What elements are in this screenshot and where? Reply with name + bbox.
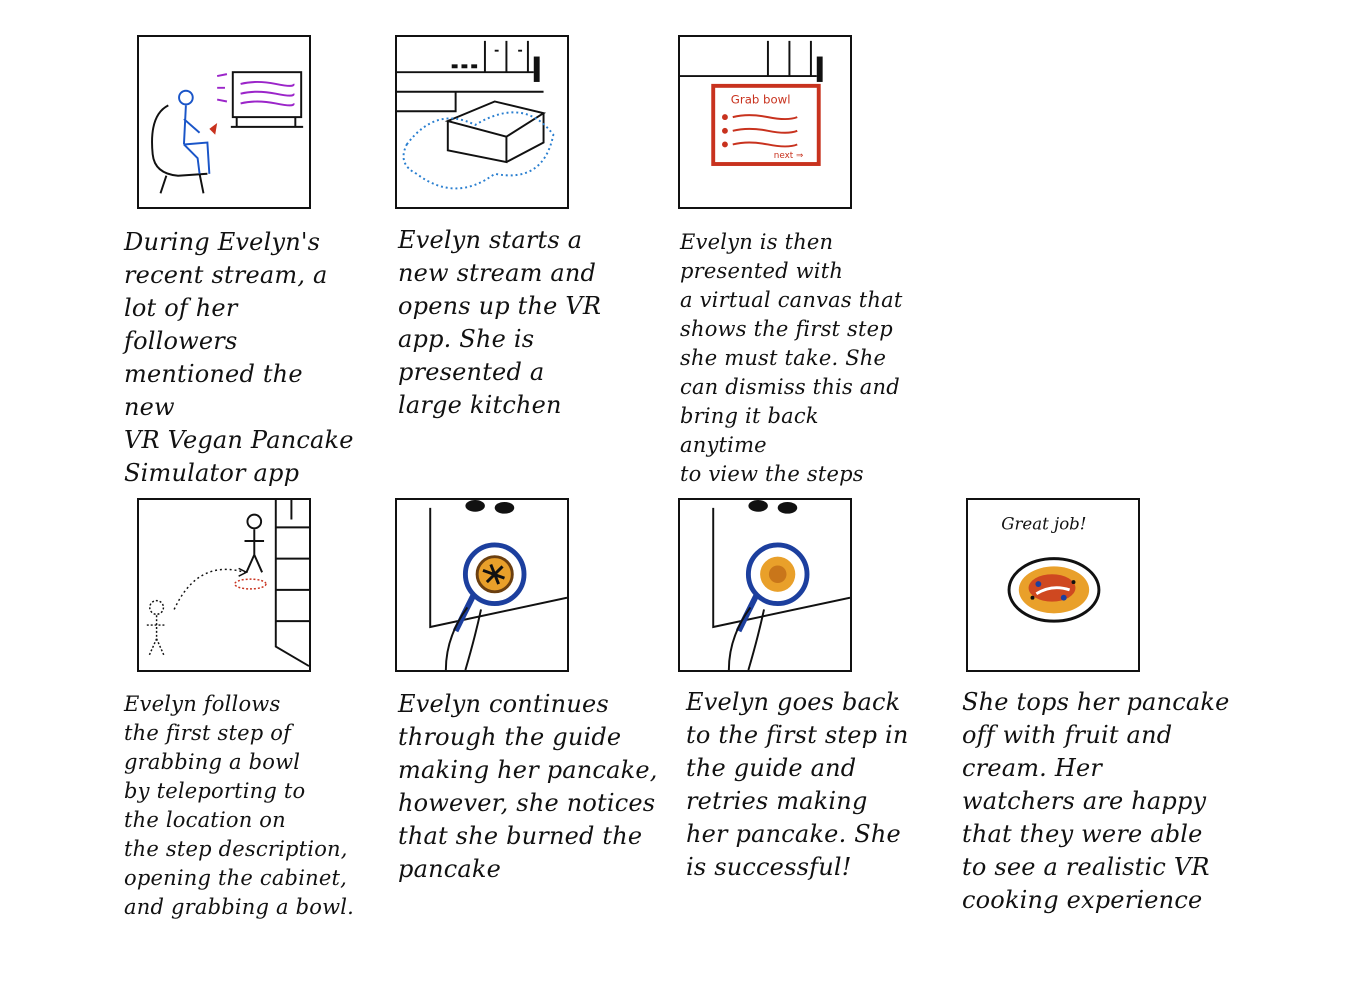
panel-3-sketch: Grab bowl next ⇒ [678, 35, 852, 209]
burnt-pancake-illustration [429, 500, 567, 670]
canvas-next-label: next ⇒ [774, 151, 804, 161]
panel-6-sketch [678, 498, 852, 672]
panel-2-caption: Evelyn starts a new stream and opens up … [398, 226, 602, 419]
canvas-title: Grab bowl [731, 92, 791, 106]
panel-2-sketch [395, 35, 569, 209]
panel-6-caption: Evelyn goes back to the first step in th… [686, 688, 909, 881]
panel-7-sketch: Great job! [966, 498, 1140, 672]
topped-pancake-illustration: Great job! [1001, 514, 1101, 623]
panel-4-caption: Evelyn follows the first step of grabbin… [124, 692, 355, 919]
panel-5-sketch [395, 498, 569, 672]
successful-pancake-illustration [712, 500, 850, 670]
panel-7-caption: She tops her pancake off with fruit and … [962, 688, 1230, 914]
panel-1-sketch [137, 35, 311, 209]
streamer-on-couch-illustration [151, 71, 304, 194]
panel-5-caption: Evelyn continues through the guide makin… [398, 690, 658, 883]
panel-1-caption: During Evelyn's recent stream, a lot of … [124, 228, 354, 487]
panel-4-sketch [137, 498, 311, 672]
virtual-canvas-illustration: Grab bowl next ⇒ [680, 40, 823, 166]
panel-3-caption: Evelyn is then presented with a virtual … [680, 230, 903, 486]
teleport-illustration [146, 500, 309, 667]
virtual-kitchen-illustration [397, 40, 555, 190]
great-job-text: Great job! [1001, 514, 1086, 533]
